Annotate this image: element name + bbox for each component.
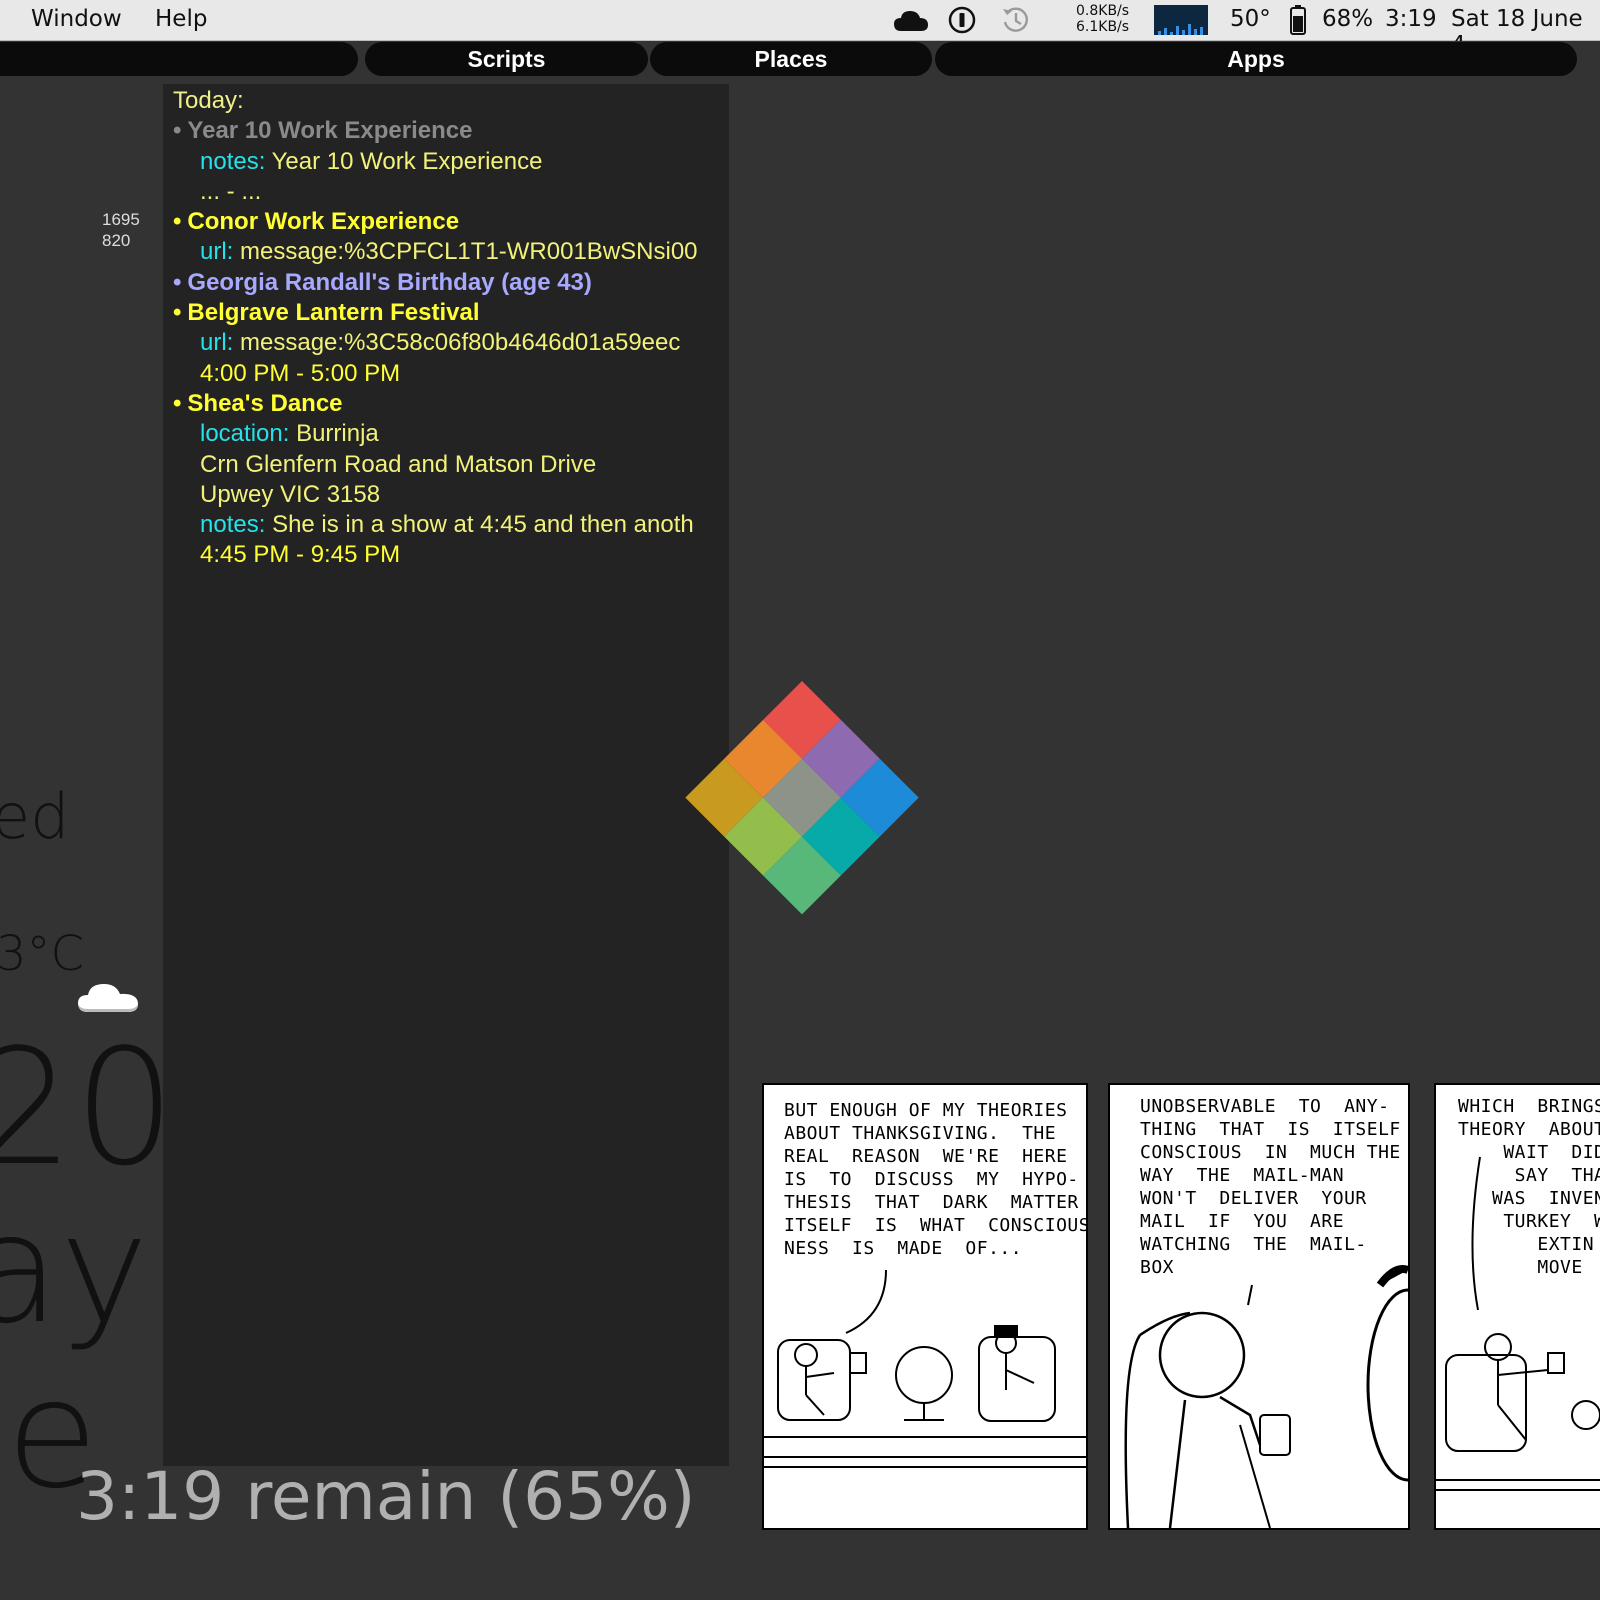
cpu-temperature[interactable]: 50° xyxy=(1230,6,1271,32)
menu-window[interactable]: Window xyxy=(31,6,122,32)
calendar-header: Today: xyxy=(173,87,244,114)
menu-bar: Window Help 0.8KB/s 6.1KB/s 50° 68% 3:19… xyxy=(0,0,1600,58)
event-detail-value: ... - ... xyxy=(200,177,262,205)
comic-panel-3-drawing xyxy=(1436,1156,1600,1491)
comic-panel-3: WHICH BRINGS U THEORY ABOUT O WAIT DID S… xyxy=(1434,1083,1600,1530)
event-detail-line: 4:00 PM - 5:00 PM xyxy=(173,359,729,389)
tab-apps[interactable]: Apps xyxy=(935,42,1577,76)
cloud-icon[interactable] xyxy=(893,7,929,39)
tab-places[interactable]: Places xyxy=(650,42,932,76)
bullet-icon: • xyxy=(173,117,182,145)
event-detail-line: url: message:%3CPFCL1T1-WR001BwSNsi00 xyxy=(173,237,729,267)
event-detail-line: Upwey VIC 3158 xyxy=(173,480,729,510)
event-title-text: Shea's Dance xyxy=(187,389,343,417)
tab-scripts[interactable]: Scripts xyxy=(365,42,648,76)
calendar-event-title: • Shea's Dance xyxy=(173,389,729,419)
network-speed: 0.8KB/s 6.1KB/s xyxy=(1076,3,1129,35)
clock-fragment-4: ay xyxy=(0,1183,149,1357)
event-detail-value: message:%3CPFCL1T1-WR001BwSNsi00 xyxy=(240,238,698,266)
event-detail-line: location: Burrinja xyxy=(173,419,729,449)
event-detail-line: ... - ... xyxy=(173,177,729,207)
event-time: 4:00 PM - 5:00 PM xyxy=(200,359,401,387)
bullet-icon: • xyxy=(173,299,182,327)
event-detail-line: url: message:%3C58c06f80b4646d01a59eec xyxy=(173,328,729,358)
event-detail-value: Crn Glenfern Road and Matson Drive xyxy=(200,450,597,478)
event-detail-value: Upwey VIC 3158 xyxy=(200,480,381,508)
tab-blank[interactable] xyxy=(0,42,358,76)
event-detail-line: notes: Year 10 Work Experience xyxy=(173,147,729,177)
side-coordinates: 1695 820 xyxy=(102,209,140,251)
calendar-event-title: • Conor Work Experience xyxy=(173,207,729,237)
event-title-text: Year 10 Work Experience xyxy=(187,117,473,145)
calendar-panel: Today: • Year 10 Work Experience notes: Ye… xyxy=(163,84,729,1466)
event-title-text: Conor Work Experience xyxy=(187,208,460,236)
calendar-event-title: • Georgia Randall's Birthday (age 43) xyxy=(173,268,729,298)
event-title-text: Belgrave Lantern Festival xyxy=(187,299,480,327)
bullet-icon: • xyxy=(173,268,182,296)
event-detail-key: url: xyxy=(200,329,234,357)
event-detail-key: notes: xyxy=(200,511,266,539)
menubar-clock[interactable]: 3:19 xyxy=(1385,6,1437,32)
event-detail-value: Year 10 Work Experience xyxy=(271,147,543,175)
clock-fragment-1: ed xyxy=(0,780,70,853)
comic-panel-2: UNOBSERVABLE TO ANY- THING THAT IS ITSEL… xyxy=(1108,1083,1410,1530)
calendar-event-title: • Belgrave Lantern Festival xyxy=(173,298,729,328)
event-detail-line: notes: She is in a show at 4:45 and then… xyxy=(173,510,729,540)
event-detail-key: url: xyxy=(200,238,234,266)
comic-panel-1-drawing xyxy=(764,1269,1086,1468)
comic-strip: BUT ENOUGH OF MY THEORIES ABOUT THANKSGI… xyxy=(762,1083,1600,1530)
colorful-diamond-logo xyxy=(685,681,919,915)
comic-panel-1: BUT ENOUGH OF MY THEORIES ABOUT THANKSGI… xyxy=(762,1083,1088,1530)
net-download: 6.1KB/s xyxy=(1076,19,1130,35)
menu-help[interactable]: Help xyxy=(155,6,207,32)
time-machine-icon[interactable] xyxy=(1000,5,1032,41)
side-number-1: 1695 xyxy=(102,210,140,229)
calendar-event-title: • Year 10 Work Experience xyxy=(173,116,729,146)
event-title-text: Georgia Randall's Birthday (age 43) xyxy=(187,268,592,296)
event-detail-key: location: xyxy=(200,420,290,448)
net-upload: 0.8KB/s xyxy=(1076,3,1130,19)
clock-fragment-2: 3°C xyxy=(0,926,85,982)
onepassword-icon[interactable] xyxy=(948,6,976,40)
event-detail-value: Burrinja xyxy=(296,420,379,448)
event-detail-value: She is in a show at 4:45 and then anoth xyxy=(272,511,694,539)
bullet-icon: • xyxy=(173,208,182,236)
network-graph-icon[interactable] xyxy=(1154,5,1208,35)
event-detail-line: 4:45 PM - 9:45 PM xyxy=(173,540,729,570)
battery-percent[interactable]: 68% xyxy=(1322,6,1373,32)
clock-fragment-3: 20 xyxy=(0,1014,176,1201)
event-detail-line: Crn Glenfern Road and Matson Drive xyxy=(173,450,729,480)
event-detail-value: message:%3C58c06f80b4646d01a59eec xyxy=(240,329,681,357)
battery-icon[interactable] xyxy=(1289,5,1307,41)
bullet-icon: • xyxy=(173,389,182,417)
comic-panel-2-drawing xyxy=(1124,1265,1408,1528)
event-time: 4:45 PM - 9:45 PM xyxy=(200,541,401,569)
event-detail-key: notes: xyxy=(200,147,266,175)
battery-remaining: 3:19 remain (65%) xyxy=(76,1458,696,1535)
side-number-2: 820 xyxy=(102,231,131,250)
launcher-bar: Scripts Places Apps xyxy=(0,41,1600,79)
